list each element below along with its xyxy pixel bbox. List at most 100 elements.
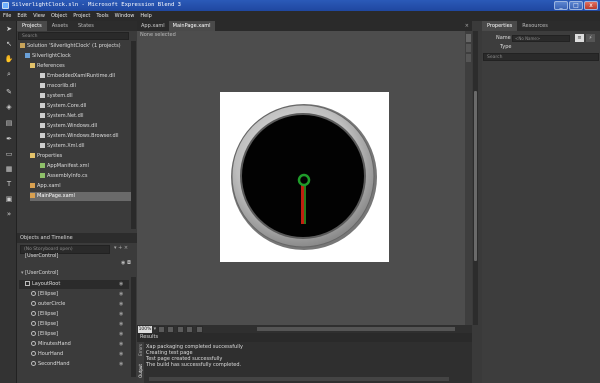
project-tree-item[interactable]: Solution 'SilverlightClock' (1 projects) — [20, 42, 121, 51]
eyedropper-tool-icon[interactable]: ✎ — [4, 87, 14, 97]
rectangle-tool-icon[interactable]: ▭ — [4, 149, 14, 159]
project-tree-item[interactable]: MainPage.xaml — [30, 192, 132, 201]
project-tree-item[interactable]: SilverlightClock — [25, 52, 71, 61]
menu-edit[interactable]: Edit — [17, 11, 27, 21]
minimize-button[interactable]: _ — [554, 1, 568, 10]
project-tree-item[interactable]: System.Xml.dll — [40, 142, 84, 151]
zoom-dropdown-icon[interactable]: ▾ — [154, 326, 157, 332]
scope-root[interactable]: [UserControl] — [25, 252, 58, 261]
project-tree-item[interactable]: Properties — [30, 152, 62, 161]
tab-assets[interactable]: Assets — [47, 21, 73, 31]
project-tree-item[interactable]: App.xaml — [30, 182, 61, 191]
selection-tool-icon[interactable]: ➤ — [4, 24, 14, 34]
annotations-button[interactable] — [196, 325, 204, 333]
pen-tool-icon[interactable]: ✒ — [4, 134, 14, 144]
tab-states[interactable]: States — [73, 21, 99, 31]
results-scrollbar[interactable] — [149, 377, 449, 381]
project-tree-item[interactable]: System.Net.dll — [40, 112, 84, 121]
gradient-tool-icon[interactable]: ▤ — [4, 118, 14, 128]
projects-tabs: Projects Assets States — [17, 21, 137, 31]
project-scrollbar[interactable] — [131, 41, 136, 229]
tab-app-xaml[interactable]: App.xaml — [137, 21, 169, 31]
artboard-vertical-scrollbar[interactable] — [473, 31, 478, 325]
paint-bucket-tool-icon[interactable]: ◈ — [4, 102, 14, 112]
menu-view[interactable]: View — [33, 11, 45, 21]
tab-resources[interactable]: Resources — [517, 21, 553, 31]
artboard-scroll-thumb[interactable] — [474, 91, 477, 261]
objects-scrollbar[interactable] — [131, 277, 136, 377]
visibility-eye-icon[interactable]: ◉ — [119, 320, 123, 329]
events-view-icon[interactable]: ≡ — [575, 34, 584, 42]
tab-projects[interactable]: Projects — [17, 21, 47, 31]
visibility-eye-icon[interactable]: ◉ — [119, 280, 123, 289]
project-tree-item[interactable]: System.Windows.dll — [40, 122, 97, 131]
new-storyboard-icon[interactable]: + — [118, 245, 122, 251]
ellipse-icon — [31, 321, 36, 326]
zoom-box[interactable]: 100% — [138, 325, 152, 333]
project-tree-item[interactable]: system.dll — [40, 92, 73, 101]
split-view-button[interactable] — [466, 54, 471, 62]
text-tool-icon[interactable]: T — [4, 179, 14, 189]
project-tree-item[interactable]: System.Core.dll — [40, 102, 86, 111]
object-tree-item[interactable]: [Ellipse] ◉ — [19, 310, 129, 319]
project-tree-item[interactable]: AssemblyInfo.cs — [40, 172, 87, 181]
visibility-eye-icon[interactable]: ◉ — [119, 290, 123, 299]
tab-errors[interactable]: Errors — [138, 344, 143, 356]
design-view-button[interactable] — [466, 34, 471, 42]
menu-file[interactable]: File — [3, 11, 11, 21]
xaml-view-button[interactable] — [466, 44, 471, 52]
visibility-eye-icon[interactable]: ◉ — [119, 300, 123, 309]
properties-search-input[interactable]: Search — [483, 53, 599, 61]
visibility-eye-icon[interactable]: ◉ — [119, 360, 123, 369]
object-tree-item[interactable]: SecondHand ◉ — [19, 360, 129, 369]
user-control-surface[interactable] — [220, 92, 389, 262]
visibility-eye-icon[interactable]: ◉ — [119, 340, 123, 349]
object-tree-item[interactable]: HourHand ◉ — [19, 350, 129, 359]
pan-tool-icon[interactable]: ✋ — [4, 54, 14, 64]
object-tree-item[interactable]: outerCircle ◉ — [19, 300, 129, 309]
direct-selection-tool-icon[interactable]: ↖ — [4, 39, 14, 49]
object-tree-item[interactable]: MinutesHand ◉ — [19, 340, 129, 349]
project-tree-item[interactable]: AppManifest.xml — [40, 162, 89, 171]
user-control-node[interactable]: ▾ [UserControl] — [21, 269, 58, 278]
object-tree-item[interactable]: [Ellipse] ◉ — [19, 330, 129, 339]
horizontal-scrollbar[interactable] — [257, 327, 455, 331]
render-effects-button[interactable] — [157, 325, 165, 333]
object-tree-label: MinutesHand — [38, 341, 71, 347]
object-tree-item[interactable]: [Ellipse] ◉ — [19, 290, 129, 299]
close-storyboard-icon[interactable]: × — [124, 245, 128, 251]
menu-help[interactable]: Help — [140, 11, 151, 21]
visibility-eye-icon[interactable]: ◉ — [119, 310, 123, 319]
object-tree-item[interactable]: LayoutRoot ◉ — [19, 280, 129, 289]
tab-properties[interactable]: Properties — [482, 21, 518, 31]
name-field[interactable]: <No Name> — [512, 35, 570, 42]
menu-tools[interactable]: Tools — [96, 11, 108, 21]
close-button[interactable]: x — [584, 1, 598, 10]
asset-library-tool-icon[interactable]: » — [4, 209, 14, 219]
properties-view-icon[interactable]: ⚡ — [586, 34, 595, 42]
layout-panel-tool-icon[interactable]: ▦ — [4, 164, 14, 174]
controls-tool-icon[interactable]: ▣ — [4, 194, 14, 204]
project-tree-item[interactable]: mscorlib.dll — [40, 82, 76, 91]
project-tree-item[interactable]: References — [30, 62, 65, 71]
snap-snaplines-button[interactable] — [186, 325, 194, 333]
visibility-eye-icon[interactable]: ◉ — [119, 330, 123, 339]
menu-window[interactable]: Window — [115, 11, 135, 21]
project-tree-item[interactable]: EmbeddedXamlRuntime.dll — [40, 72, 115, 81]
tab-mainpage-xaml[interactable]: MainPage.xaml — [168, 21, 215, 31]
maximize-button[interactable]: □ — [569, 1, 583, 10]
visibility-eye-icon[interactable]: ◉ — [119, 350, 123, 359]
tab-output[interactable]: Output — [138, 364, 143, 378]
project-tree-item[interactable]: System.Windows.Browser.dll — [40, 132, 119, 141]
hour-hand[interactable] — [301, 184, 304, 224]
minutes-hand[interactable] — [304, 184, 306, 224]
project-search-input[interactable]: Search — [18, 32, 129, 40]
snap-gridlines-button[interactable] — [167, 325, 175, 333]
close-document-icon[interactable]: × — [465, 21, 472, 31]
object-tree-item[interactable]: [Ellipse] ◉ — [19, 320, 129, 329]
menu-object[interactable]: Object — [51, 11, 67, 21]
storyboard-menu-icon[interactable]: ▾ — [114, 245, 117, 251]
show-grid-button[interactable] — [176, 325, 184, 333]
zoom-tool-icon[interactable]: ⌕ — [4, 69, 14, 79]
menu-project[interactable]: Project — [73, 11, 90, 21]
